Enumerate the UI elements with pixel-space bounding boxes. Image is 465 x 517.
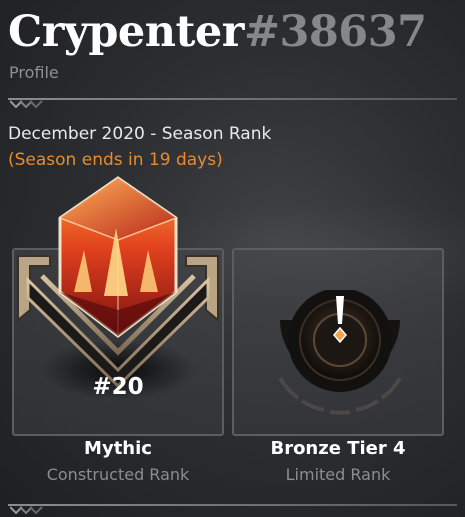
season-rank-title: December 2020 - Season Rank [8,124,272,144]
user-tag: #38637 [243,7,427,57]
chevron-ornament-icon [10,506,43,515]
page-subtitle: Profile [9,63,59,82]
limited-rank-tier: Bronze Tier 4 [270,438,406,459]
mythic-gem-icon [17,176,219,400]
section-divider [8,98,457,100]
bronze-rank-icon [278,290,402,415]
constructed-rank-label: Constructed Rank [46,465,190,484]
season-ends-countdown: (Season ends in 19 days) [8,150,223,170]
section-divider [8,504,457,506]
username: Crypenter [8,7,244,57]
limited-rank-label: Limited Rank [285,465,391,484]
profile-title: Crypenter#38637 [8,4,427,60]
chevron-ornament-icon [10,100,43,109]
constructed-rank-tier: Mythic [84,438,152,459]
